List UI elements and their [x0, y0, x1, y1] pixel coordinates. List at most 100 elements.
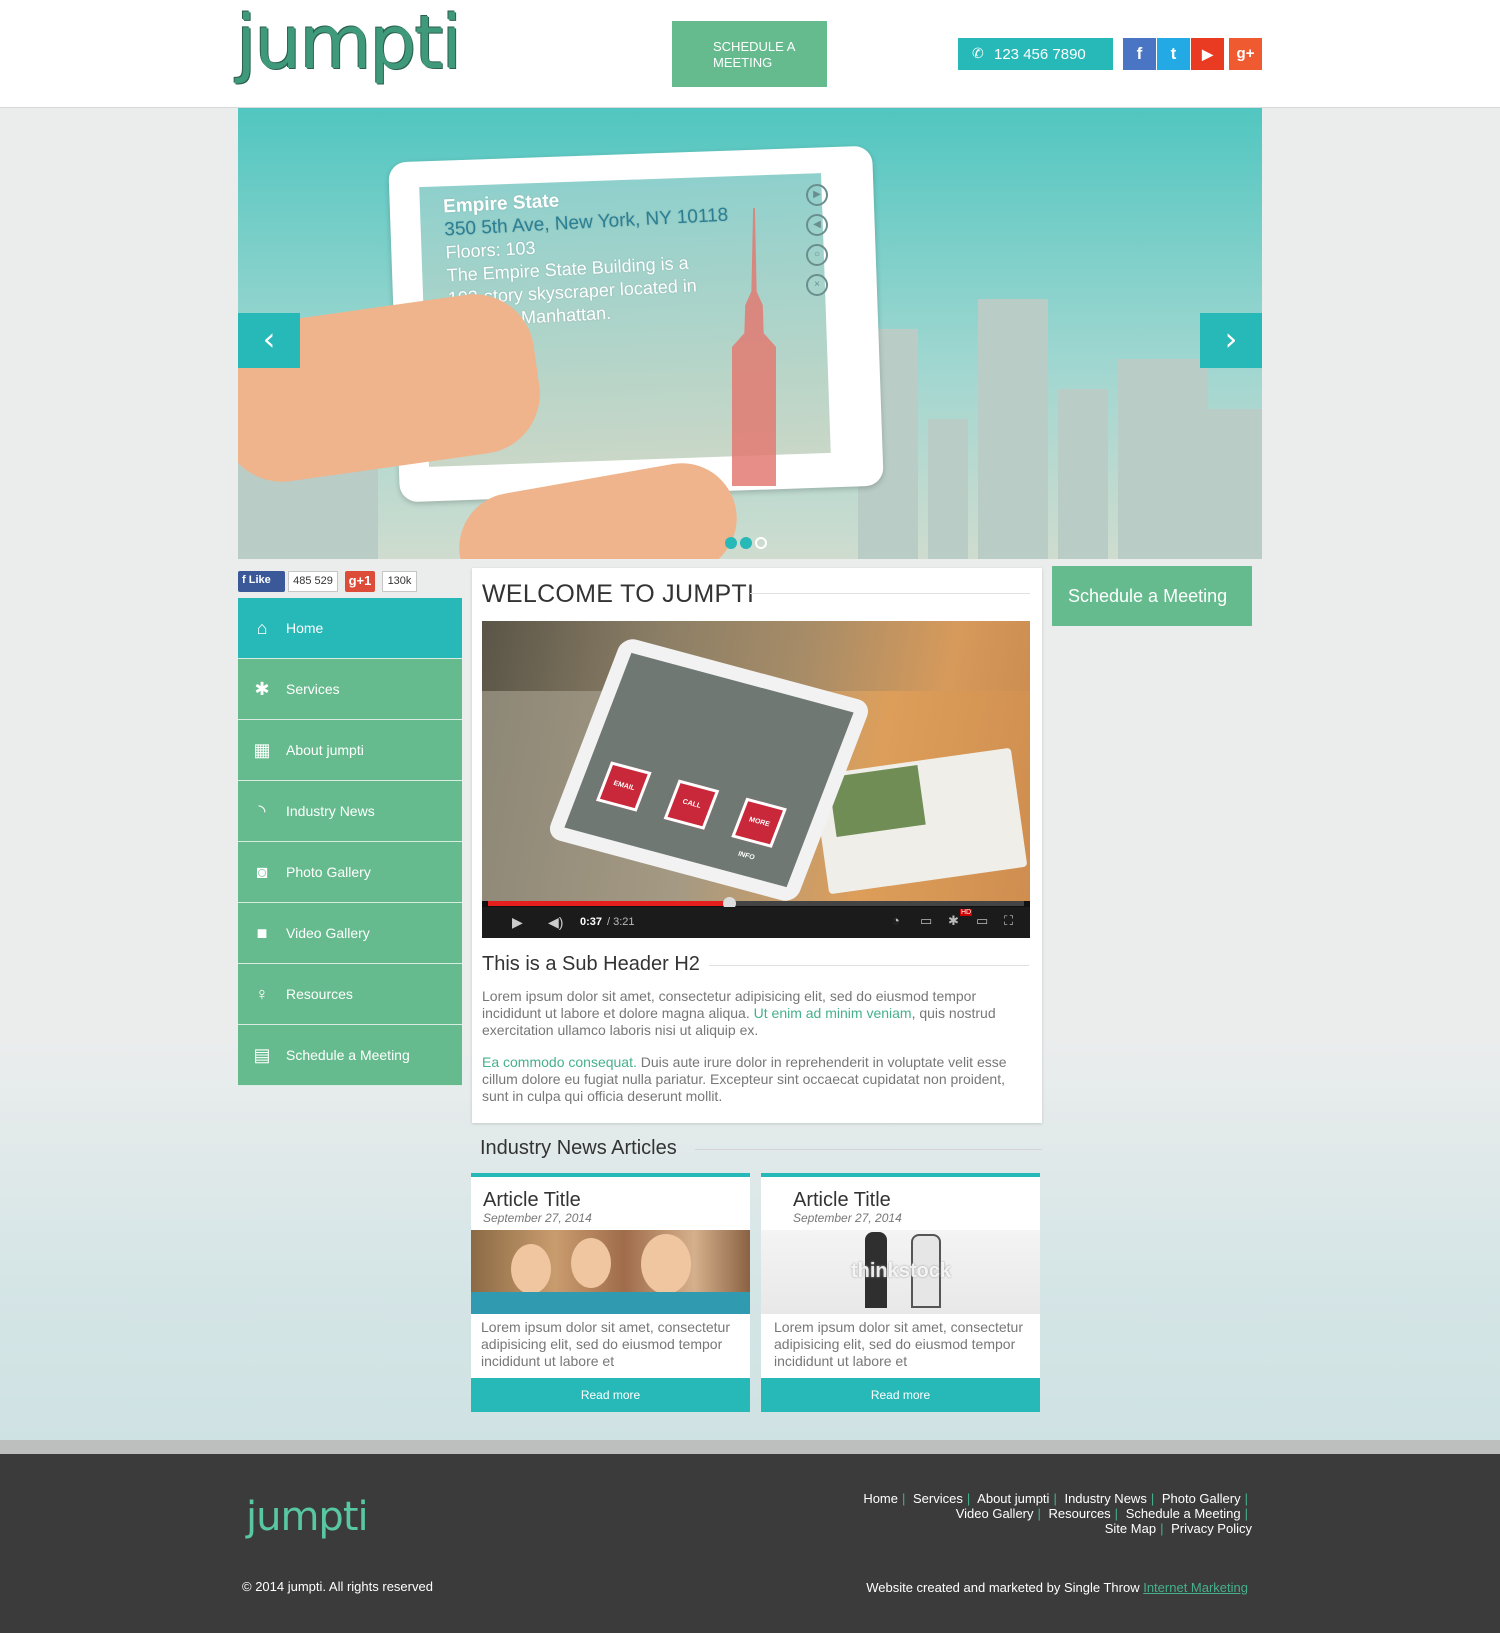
video-email-badge: EMAIL — [595, 761, 652, 812]
facebook-icon[interactable]: f — [1123, 38, 1156, 70]
theater-mode-icon[interactable]: ▭ — [976, 913, 988, 929]
gear-icon: ✱ — [254, 679, 270, 699]
photo-face — [641, 1234, 691, 1294]
city-building — [978, 299, 1048, 559]
play-icon: ▶ — [806, 184, 828, 206]
sidebar-item-services[interactable]: ✱ Services — [238, 659, 462, 720]
footer-link-schedule-meeting[interactable]: Schedule a Meeting — [1126, 1506, 1241, 1521]
city-building — [1058, 389, 1108, 559]
twitter-icon[interactable]: t — [1157, 38, 1190, 70]
sidebar-item-label: Home — [286, 620, 324, 636]
video-progress-bar[interactable] — [488, 897, 1024, 910]
sidebar-item-label: Services — [286, 681, 340, 697]
home-icon: ⌂ — [256, 618, 268, 638]
article-excerpt: Lorem ipsum dolor sit amet, consectetur … — [774, 1319, 1023, 1369]
volume-icon[interactable]: ◀) — [548, 914, 563, 931]
facebook-like-label: Like — [248, 574, 271, 586]
photo-shirts — [471, 1292, 750, 1314]
footer-credit-text: Website created and marketed by Single T… — [866, 1580, 1144, 1595]
footer-link-industry-news[interactable]: Industry News — [1064, 1491, 1146, 1506]
slider-dot[interactable] — [740, 537, 752, 549]
article-card: Article Title September 27, 2014 thinkst… — [761, 1173, 1040, 1412]
city-building — [1208, 409, 1262, 559]
footer-separator: | — [1053, 1491, 1057, 1506]
slider-next-arrow[interactable]: › — [1200, 313, 1262, 368]
footer-link-site-map[interactable]: Site Map — [1105, 1521, 1156, 1536]
sidebar-item-label: Resources — [286, 986, 353, 1002]
paragraph: Ea commodo consequat. Duis aute irure do… — [482, 1054, 1022, 1105]
article-title[interactable]: Article Title — [483, 1189, 581, 1212]
footer-link-privacy-policy[interactable]: Privacy Policy — [1171, 1521, 1252, 1536]
sidebar-item-photo-gallery[interactable]: ◙ Photo Gallery — [238, 842, 462, 903]
captions-icon[interactable]: ▭ — [920, 913, 932, 929]
facebook-like-button[interactable]: f Like — [238, 571, 285, 592]
slider-dot[interactable] — [725, 537, 737, 549]
slider-dot[interactable] — [755, 537, 767, 549]
footer-logo[interactable]: jumpti — [246, 1494, 369, 1540]
sidebar-nav: ⌂ Home ✱ Services ▦ About jumpti ◝ Indus… — [238, 598, 462, 1086]
footer-link-photo-gallery[interactable]: Photo Gallery — [1162, 1491, 1241, 1506]
thinkstock-watermark: thinkstock — [851, 1260, 952, 1282]
google-plus-icon[interactable]: g+ — [1229, 38, 1262, 70]
footer-link-home[interactable]: Home — [863, 1491, 898, 1506]
sidebar-item-label: About jumpti — [286, 742, 364, 758]
video-controls: ▶ ◀) 0:37 / 3:21 ◔ ▭ ✱ HD ▭ ⛶ — [482, 907, 1030, 938]
facebook-like-icon: f — [242, 574, 249, 586]
phone-icon: ✆ — [972, 45, 984, 61]
phone-number: 123 456 7890 — [994, 46, 1086, 63]
sidebar-item-label: Photo Gallery — [286, 864, 371, 880]
inline-link[interactable]: Ut enim ad minim veniam — [754, 1005, 912, 1021]
footer-link-services[interactable]: Services — [913, 1491, 963, 1506]
rss-icon: ◝ — [258, 801, 266, 821]
inline-link[interactable]: Ea commodo consequat. — [482, 1054, 637, 1070]
calendar-icon: ▤ — [253, 1045, 271, 1065]
article-image: thinkstock — [761, 1230, 1040, 1314]
play-icon[interactable]: ▶ — [512, 914, 523, 931]
phone-button[interactable]: ✆ 123 456 7890 — [958, 38, 1113, 70]
schedule-meeting-button[interactable]: SCHEDULE A MEETING — [672, 21, 827, 87]
article-excerpt: Lorem ipsum dolor sit amet, consectetur … — [481, 1319, 730, 1369]
sidebar-item-about[interactable]: ▦ About jumpti — [238, 720, 462, 781]
watch-later-icon[interactable]: ◔ — [892, 913, 900, 928]
google-plus-one-button[interactable]: g+1 — [345, 571, 375, 592]
sidebar-item-resources[interactable]: ♀ Resources — [238, 964, 462, 1025]
site-header: jumpti SCHEDULE A MEETING ✆ 123 456 7890… — [0, 0, 1500, 108]
sidebar-item-video-gallery[interactable]: ■ Video Gallery — [238, 903, 462, 964]
back-icon: ◀ — [806, 214, 828, 236]
sidebar-item-label: Industry News — [286, 803, 375, 819]
article-title[interactable]: Article Title — [793, 1189, 891, 1212]
article-date: September 27, 2014 — [483, 1211, 592, 1225]
youtube-icon[interactable]: ▶ — [1191, 38, 1224, 70]
footer-link-video-gallery[interactable]: Video Gallery — [956, 1506, 1034, 1521]
footer-credit: Website created and marketed by Single T… — [866, 1580, 1248, 1595]
sidebar-item-label: Schedule a Meeting — [286, 1047, 410, 1063]
footer-link-about[interactable]: About jumpti — [977, 1491, 1049, 1506]
slider-prev-arrow[interactable]: ‹ — [238, 313, 300, 368]
fullscreen-icon[interactable]: ⛶ — [1004, 913, 1013, 929]
sidebar-item-schedule-meeting[interactable]: ▤ Schedule a Meeting — [238, 1025, 462, 1086]
video-duration: / 3:21 — [607, 916, 635, 928]
site-footer: jumpti Home | Services | About jumpti | Ind… — [0, 1454, 1500, 1633]
footer-links-row: Site Map | Privacy Policy — [832, 1521, 1252, 1536]
page-title: WELCOME TO JUMPTI — [482, 580, 755, 608]
photo-face — [511, 1244, 551, 1294]
schedule-meeting-cta[interactable]: Schedule a Meeting — [1052, 566, 1252, 626]
slider-dots — [725, 536, 770, 554]
footer-link-resources[interactable]: Resources — [1049, 1506, 1111, 1521]
lightbulb-icon: ♀ — [255, 984, 269, 1004]
read-more-button[interactable]: Read more — [761, 1378, 1040, 1412]
site-logo[interactable]: jumpti — [236, 6, 462, 80]
paragraph: Lorem ipsum dolor sit amet, consectetur … — [482, 988, 1022, 1039]
settings-gear-icon[interactable]: ✱ — [948, 913, 959, 929]
video-more-info-badge: MORE INFO — [731, 797, 787, 862]
sidebar-item-industry-news[interactable]: ◝ Industry News — [238, 781, 462, 842]
copyright: © 2014 jumpti. All rights reserved — [242, 1579, 433, 1594]
video-player[interactable]: EMAIL CALL MORE INFO ▶ ◀) 0:37 / 3:21 ◔ … — [482, 621, 1030, 938]
hero-slider: Empire State 350 5th Ave, New York, NY 1… — [238, 108, 1262, 559]
read-more-button[interactable]: Read more — [471, 1378, 750, 1412]
news-divider — [695, 1149, 1042, 1150]
sidebar-item-home[interactable]: ⌂ Home — [238, 598, 462, 659]
photo-face — [571, 1238, 611, 1288]
footer-credit-link[interactable]: Internet Marketing — [1143, 1580, 1248, 1595]
zoom-icon: ○ — [806, 244, 828, 266]
